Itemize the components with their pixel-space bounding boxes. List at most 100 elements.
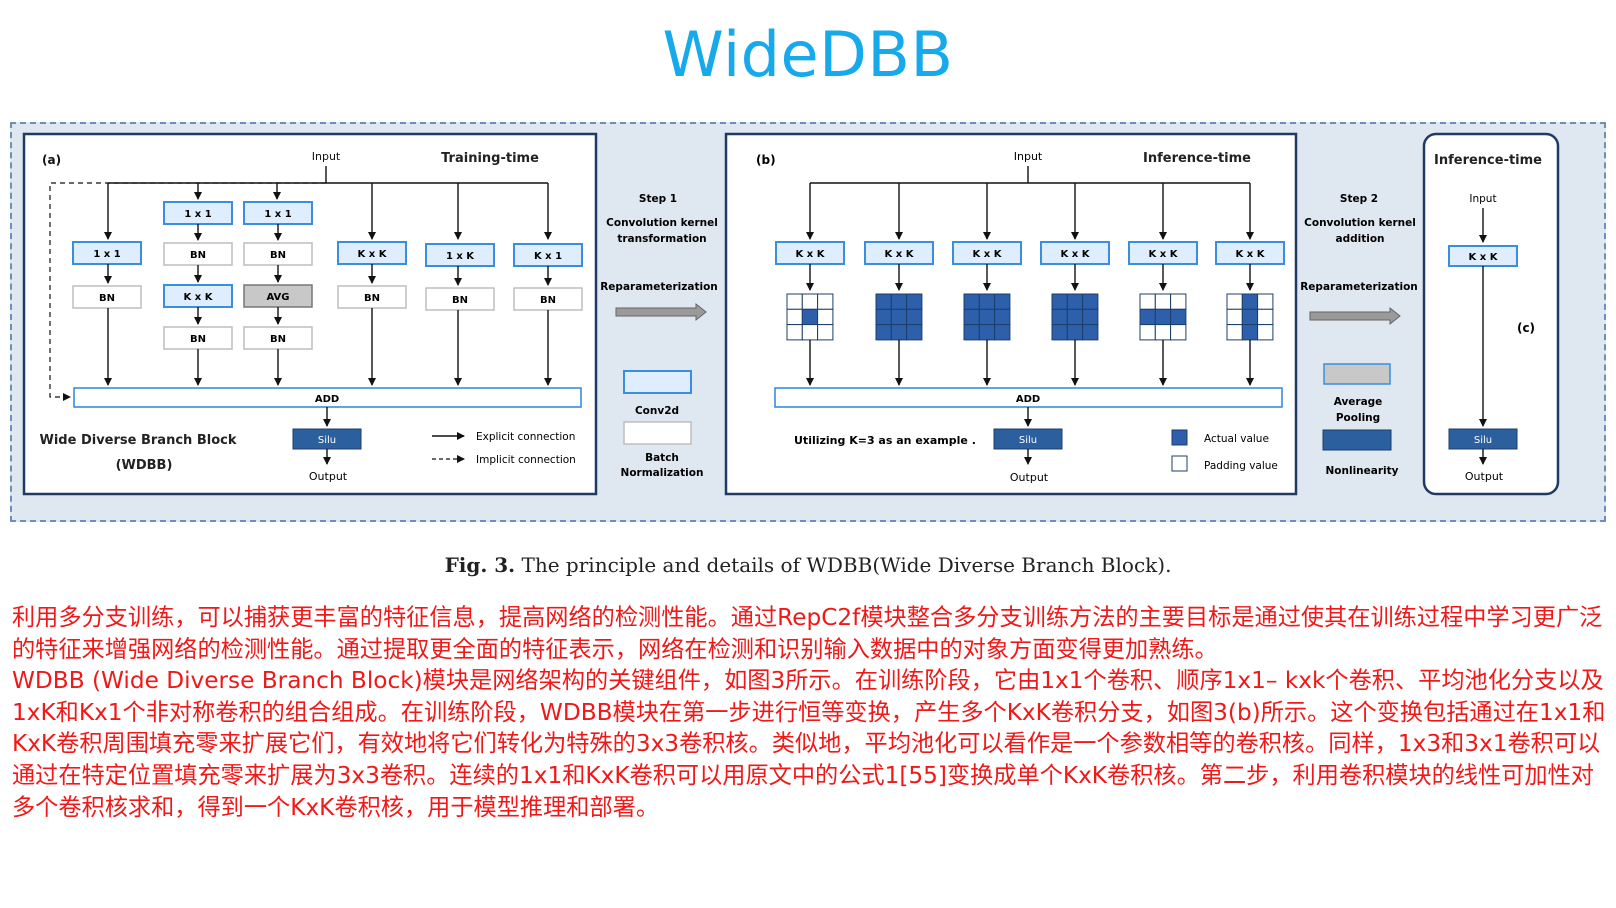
panel-b-heading: Inference-time: [1143, 151, 1251, 166]
kernel-cell: [801, 324, 819, 341]
b-output-label: Output: [1010, 471, 1049, 484]
b3-conv-label: 1 x 1: [264, 209, 291, 220]
kernel-cell: [1226, 308, 1243, 326]
legend-bn-label1: Batch: [645, 452, 679, 464]
b2-conv1-label: 1 x 1: [184, 209, 211, 220]
kernel-cell: [963, 293, 980, 310]
kernel-cell: [994, 308, 1011, 326]
kernel-cell: [1241, 308, 1259, 326]
kernel-cell: [817, 324, 834, 341]
b-conv-label: K x K: [1061, 249, 1091, 260]
panel-a-input: Input: [312, 150, 341, 163]
b3-bn2-label: BN: [270, 334, 286, 345]
b5-conv-label: 1 x K: [446, 251, 475, 262]
kernel-cell: [1257, 324, 1274, 341]
b2-conv2-label: K x K: [184, 292, 214, 303]
kernel-cell: [994, 293, 1011, 310]
kernel-cell: [1082, 293, 1099, 310]
b-add-label: ADD: [1016, 394, 1040, 405]
b6-bn-label: BN: [540, 295, 556, 306]
legend-actual-label: Actual value: [1204, 433, 1269, 445]
b3-avg-label: AVG: [266, 292, 289, 303]
legend-actual-swatch: [1171, 429, 1188, 446]
legend-padding-swatch: [1171, 455, 1188, 472]
kernel-cell: [1139, 308, 1156, 326]
kernel-cell: [1051, 293, 1068, 310]
kernel-cell: [1154, 324, 1172, 341]
kernel-cell: [875, 308, 892, 326]
kernel-cell: [1154, 308, 1172, 326]
legend-nonlin-label: Nonlinearity: [1326, 465, 1399, 477]
b-conv-label: K x K: [973, 249, 1003, 260]
kernel-cell: [978, 324, 996, 341]
b6-conv-label: K x 1: [534, 251, 562, 262]
figure-caption: Fig. 3. The principle and details of WDB…: [0, 553, 1616, 577]
step2-label: Step 2: [1340, 193, 1378, 205]
legend-bn-label2: Normalization: [621, 467, 704, 479]
kernel-cell: [817, 293, 834, 310]
kernel-cell: [1170, 324, 1187, 341]
kernel-cell: [1051, 308, 1068, 326]
step1-desc1: Convolution kernel: [606, 217, 718, 229]
kernel-cell: [801, 293, 819, 310]
kernel-cell: [786, 324, 803, 341]
a-silu-label: Silu: [318, 435, 336, 446]
caption-text: The principle and details of WDBB(Wide D…: [515, 553, 1172, 577]
kernel-cell: [1154, 293, 1172, 310]
panel-b-input: Input: [1014, 150, 1043, 163]
c-output-label: Output: [1465, 470, 1504, 483]
kernel-cell: [1139, 293, 1156, 310]
kernel-cell: [994, 324, 1011, 341]
kernel-cell: [1257, 308, 1274, 326]
legend-avg-box: [1323, 363, 1391, 385]
kernel-cell: [1257, 293, 1274, 310]
step1-reparam: Reparameterization: [600, 281, 718, 293]
wdbb-diagram: (a) Input Training-time 1 x 1 BN 1 x 1 B…: [22, 132, 1560, 496]
kernel-cell: [786, 308, 803, 326]
wdbb-name-line2: (WDBB): [116, 458, 173, 473]
b2-bn2-label: BN: [190, 334, 206, 345]
b-conv-label: K x K: [1236, 249, 1266, 260]
panel-b-note: Utilizing K=3 as an example .: [794, 434, 976, 447]
kernel-cell: [1226, 293, 1243, 310]
a-output-label: Output: [309, 470, 348, 483]
step2-reparam: Reparameterization: [1300, 281, 1418, 293]
page-title: WideDBB: [662, 18, 954, 91]
kernel-cell: [817, 308, 834, 326]
kernel-cell: [906, 308, 923, 326]
kernel-cell: [1066, 324, 1084, 341]
kernel-cell: [1082, 308, 1099, 326]
kernel-cell: [963, 308, 980, 326]
panel-b-label: (b): [756, 153, 776, 167]
legend-padding-label: Padding value: [1204, 460, 1278, 472]
paragraph-1: 利用多分支训练，可以捕获更丰富的特征信息，提高网络的检测性能。通过RepC2f模…: [12, 604, 1603, 663]
step1-desc2: transformation: [617, 233, 706, 245]
kernel-cell: [906, 324, 923, 341]
panel-c-label: (c): [1517, 321, 1535, 335]
kernel-cell: [963, 324, 980, 341]
legend-conv-label: Conv2d: [635, 405, 679, 417]
paragraph-2: WDBB (Wide Diverse Branch Block)模块是网络架构的…: [12, 667, 1606, 821]
kernel-cell: [1066, 293, 1084, 310]
kernel-cell: [1066, 308, 1084, 326]
b-conv-label: K x K: [885, 249, 915, 260]
b-silu-label: Silu: [1019, 435, 1037, 446]
kernel-cell: [1170, 308, 1187, 326]
panel-a-heading: Training-time: [441, 151, 539, 166]
b1-bn-label: BN: [99, 293, 115, 304]
kernel-cell: [1241, 324, 1259, 341]
kernel-cell: [786, 293, 803, 310]
kernel-cell: [801, 308, 819, 326]
kernel-cell: [875, 293, 892, 310]
kernel-cell: [1241, 293, 1259, 310]
step1-label: Step 1: [639, 193, 677, 205]
legend-conv-box: [623, 370, 692, 394]
body-text: 利用多分支训练，可以捕获更丰富的特征信息，提高网络的检测性能。通过RepC2f模…: [12, 602, 1608, 823]
kernel-cell: [875, 324, 892, 341]
b-conv-label: K x K: [796, 249, 826, 260]
b4-bn-label: BN: [364, 293, 380, 304]
a-add-label: ADD: [315, 394, 339, 405]
kernel-cell: [890, 308, 908, 326]
step2-arrow: [1309, 306, 1401, 326]
kernel-cell: [1226, 324, 1243, 341]
